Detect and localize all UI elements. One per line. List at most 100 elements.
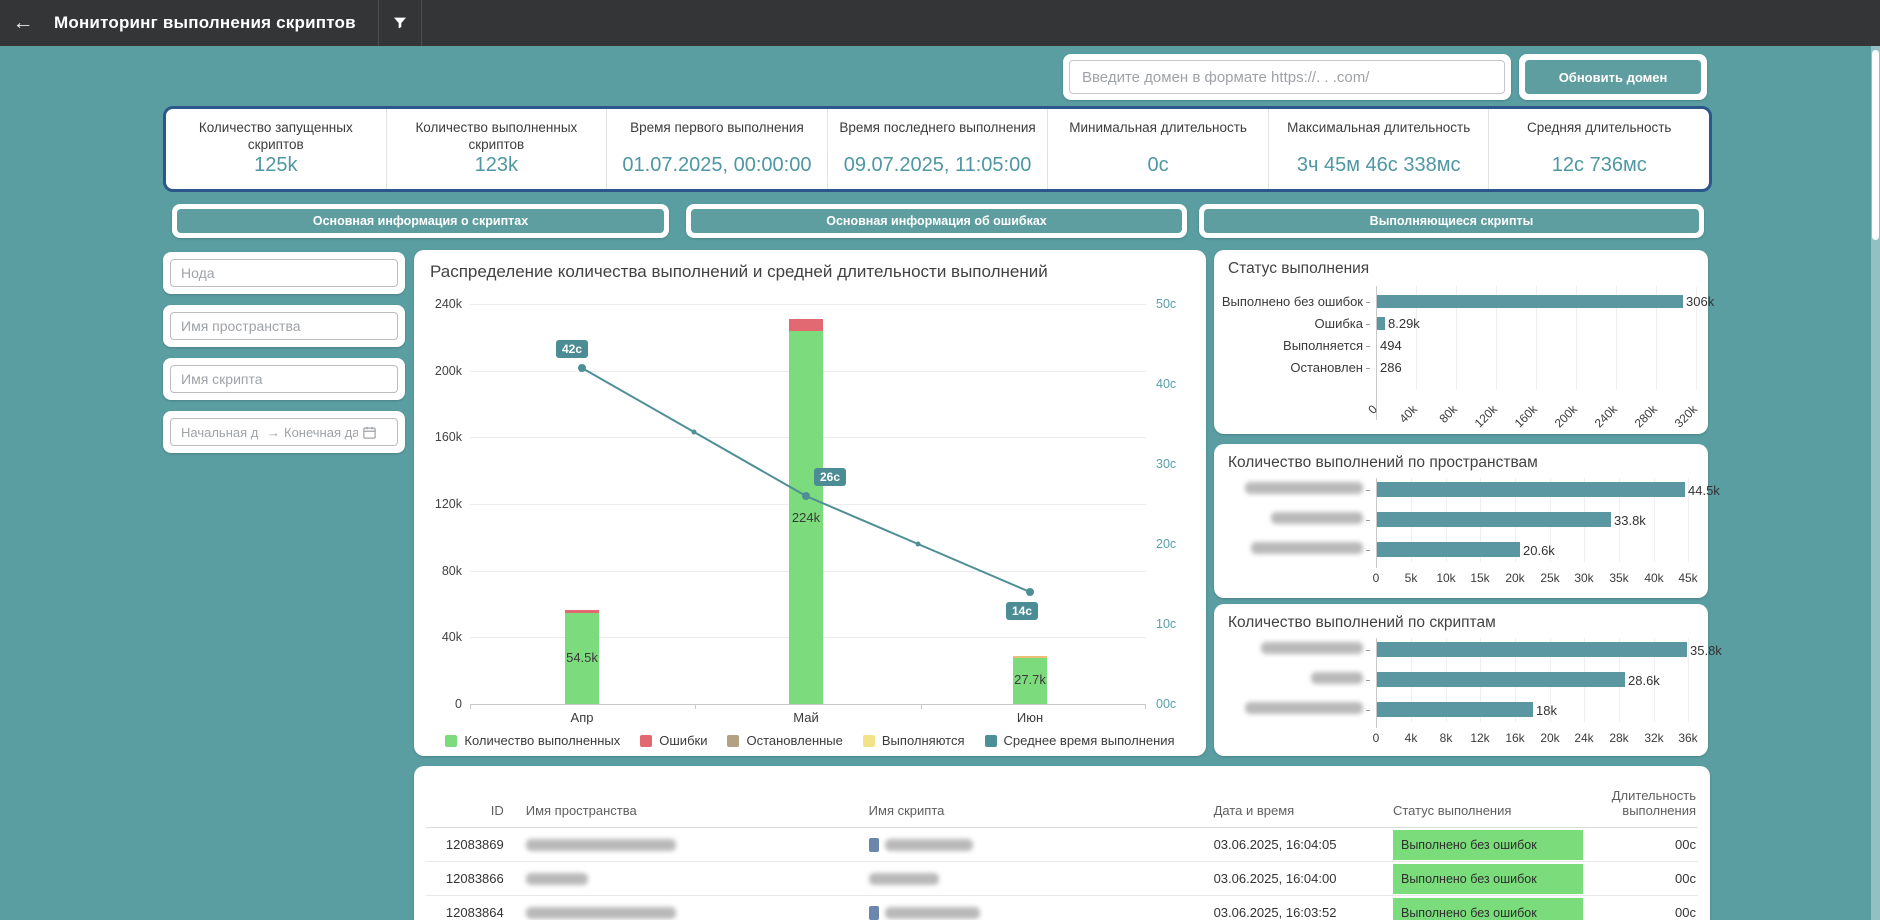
redacted-space-label [1245, 482, 1363, 494]
status-chart-panel: Статус выполнения Выполнено без ошибок 3… [1214, 250, 1708, 434]
filter-icon[interactable] [379, 0, 421, 46]
status-chart-title: Статус выполнения [1228, 260, 1369, 278]
stat-card-first-run: Время первого выполнения 01.07.2025, 00:… [607, 109, 828, 189]
calendar-icon[interactable] [362, 425, 377, 440]
y-axis-tick: 120k [435, 497, 462, 511]
stat-label: Количество выполненных скриптов [397, 120, 597, 154]
cell-duration: 00с [1588, 837, 1698, 852]
domain-input-card [1063, 54, 1511, 100]
legend-label: Среднее время выполнения [1004, 733, 1175, 748]
x-tick: 20k [1505, 571, 1524, 585]
y-axis-tick: 40k [442, 630, 462, 644]
redacted-space-name [526, 907, 676, 919]
scrollbar-track[interactable] [1871, 46, 1880, 920]
cell-duration: 00с [1588, 905, 1698, 920]
x-tick: 40k [1382, 402, 1420, 440]
status-row-label: Остановлен [1214, 360, 1370, 375]
main-chart-title: Распределение количества выполнений и ср… [430, 262, 1048, 282]
stat-label: Максимальная длительность [1287, 120, 1470, 137]
y-axis-tick: 240k [435, 297, 462, 311]
tab-errors-info[interactable]: Основная информация об ошибках [691, 209, 1182, 233]
script-icon [869, 906, 879, 920]
x-tick: 80k [1422, 402, 1460, 440]
y2-axis-tick: 50с [1156, 297, 1176, 311]
cell-datetime: 03.06.2025, 16:03:52 [1214, 905, 1393, 920]
legend-label: Ошибки [659, 733, 707, 748]
update-domain-button[interactable]: Обновить домен [1525, 60, 1701, 94]
x-tick: 5k [1405, 571, 1418, 585]
x-tick: 320k [1662, 402, 1700, 440]
node-filter-input[interactable] [170, 259, 398, 287]
domain-input[interactable] [1069, 60, 1505, 94]
stat-value: 0с [1148, 154, 1169, 181]
legend-item-completed[interactable]: Количество выполненных [445, 733, 620, 748]
topbar: ← Мониторинг выполнения скриптов [0, 0, 1880, 46]
legend-item-avg-time[interactable]: Среднее время выполнения [985, 733, 1175, 748]
scripts-bar[interactable] [1377, 702, 1533, 717]
redacted-script-name [869, 873, 939, 885]
col-header-duration: Длительность выполнения [1588, 788, 1698, 819]
scripts-row-value: 28.6k [1628, 673, 1660, 688]
x-tick: 32k [1644, 731, 1663, 745]
scripts-row-value: 18k [1536, 703, 1557, 718]
scrollbar-thumb[interactable] [1872, 50, 1879, 240]
spaces-chart-title: Количество выполнений по пространствам [1228, 454, 1538, 472]
legend-label: Количество выполненных [464, 733, 620, 748]
date-range-picker[interactable]: → [170, 418, 398, 446]
date-end-input[interactable] [284, 419, 358, 445]
stat-card-completed: Количество выполненных скриптов 123k [387, 109, 608, 189]
stat-label: Количество запущенных скриптов [176, 120, 376, 154]
stat-card-last-run: Время последнего выполнения 09.07.2025, … [828, 109, 1049, 189]
update-domain-card: Обновить домен [1519, 54, 1707, 100]
date-range-arrow-icon: → [267, 425, 280, 440]
legend-item-errors[interactable]: Ошибки [640, 733, 707, 748]
back-icon[interactable]: ← [0, 11, 46, 35]
stat-value: 125k [254, 154, 297, 181]
legend-label: Выполняются [882, 733, 965, 748]
tab-running-scripts[interactable]: Выполняющиеся скрипты [1204, 209, 1699, 233]
y-axis-tick: 200k [435, 364, 462, 378]
main-chart-panel: Распределение количества выполнений и ср… [414, 250, 1206, 756]
table-row[interactable]: 12083869 03.06.2025, 16:04:05 Выполнено … [426, 828, 1698, 862]
table-row[interactable]: 12083866 03.06.2025, 16:04:00 Выполнено … [426, 862, 1698, 896]
script-filter-input[interactable] [170, 365, 398, 393]
date-start-input[interactable] [181, 419, 263, 445]
y-axis-tick: 80k [442, 564, 462, 578]
y2-axis-tick: 10с [1156, 617, 1176, 631]
status-row-label: Выполнено без ошибок [1214, 294, 1370, 309]
stat-label: Минимальная длительность [1069, 120, 1247, 137]
status-bar[interactable] [1377, 317, 1385, 330]
spaces-bar[interactable] [1377, 542, 1520, 557]
status-badge: Выполнено без ошибок [1393, 864, 1583, 894]
scripts-bar[interactable] [1377, 672, 1625, 687]
x-tick: 16k [1505, 731, 1524, 745]
tab-scripts-info[interactable]: Основная информация о скриптах [177, 209, 664, 233]
spaces-bar[interactable] [1377, 512, 1611, 527]
main-chart-legend: Количество выполненных Ошибки Остановлен… [414, 733, 1206, 748]
stat-label: Время последнего выполнения [839, 120, 1035, 137]
status-row-label: Выполняется [1214, 338, 1370, 353]
legend-item-stopped[interactable]: Остановленные [727, 733, 842, 748]
redacted-script-name [885, 907, 980, 919]
y2-axis-tick: 00с [1156, 697, 1176, 711]
y-axis-tick: 0 [455, 697, 462, 711]
table-row[interactable]: 12083864 03.06.2025, 16:03:52 Выполнено … [426, 896, 1698, 920]
redacted-space-name [526, 839, 676, 851]
status-row-value: 494 [1380, 338, 1402, 353]
legend-swatch [727, 735, 739, 747]
x-tick: 280k [1622, 402, 1660, 440]
legend-item-running[interactable]: Выполняются [863, 733, 965, 748]
legend-swatch [445, 735, 457, 747]
status-row-value: 8.29k [1388, 316, 1420, 331]
x-tick: 0 [1342, 402, 1380, 440]
space-filter-input[interactable] [170, 312, 398, 340]
stat-card-max-duration: Максимальная длительность 3ч 45м 46с 338… [1269, 109, 1490, 189]
y-axis-tick: 160k [435, 430, 462, 444]
spaces-bar[interactable] [1377, 482, 1685, 497]
avg-time-line[interactable] [470, 304, 1146, 704]
scripts-bar[interactable] [1377, 642, 1687, 657]
status-bar[interactable] [1377, 295, 1683, 308]
x-tick: 120k [1462, 402, 1500, 440]
filter-space-card [163, 305, 405, 347]
x-tick: 36k [1678, 731, 1697, 745]
